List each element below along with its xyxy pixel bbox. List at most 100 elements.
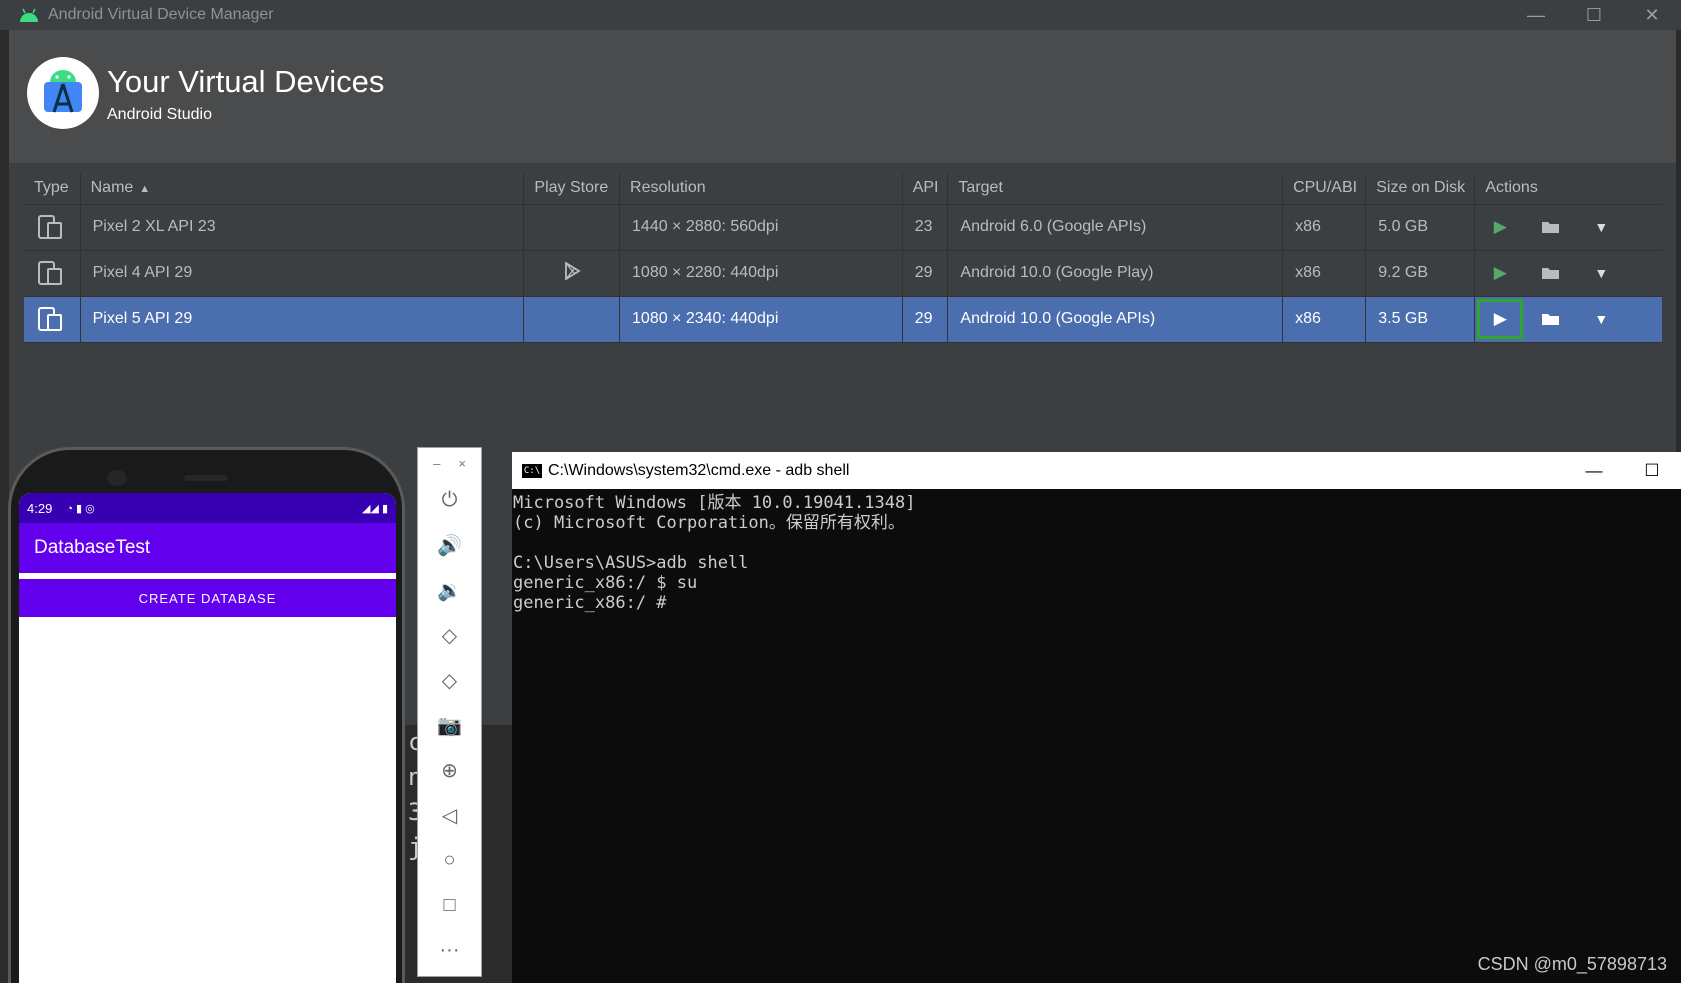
- show-on-disk-button[interactable]: [1528, 299, 1574, 339]
- phone-tablet-icon: [38, 307, 62, 331]
- cmd-output[interactable]: Microsoft Windows [版本 10.0.19041.1348] (c…: [512, 489, 1681, 613]
- cmd-line: [513, 533, 1681, 553]
- api-cell: 29: [902, 296, 949, 343]
- play-store-cell: [523, 296, 621, 343]
- android-studio-icon: [44, 70, 82, 113]
- column-header-name[interactable]: Name ▲: [80, 173, 525, 205]
- screenshot-button[interactable]: 📷: [418, 703, 481, 748]
- close-icon[interactable]: ✕: [1623, 0, 1681, 30]
- avd-body: Type Name ▲ Play Store Resolution API Tar…: [9, 163, 1676, 453]
- size-cell: 3.5 GB: [1365, 296, 1476, 343]
- column-header-target[interactable]: Target: [947, 173, 1284, 205]
- rotate-left-button[interactable]: ◇: [418, 613, 481, 658]
- play-icon: ▶: [1493, 263, 1507, 282]
- phone-tablet-icon: [38, 261, 62, 285]
- minimize-icon[interactable]: —: [1507, 0, 1565, 30]
- cmd-minimize-icon[interactable]: —: [1565, 452, 1623, 489]
- cpu-cell: x86: [1282, 204, 1367, 251]
- resolution-cell: 1080 × 2280: 440dpi: [619, 250, 903, 297]
- column-header-name-label: Name: [90, 179, 134, 197]
- column-header-cpu[interactable]: CPU/ABI: [1282, 173, 1367, 205]
- device-name: Pixel 5 API 29: [80, 296, 525, 343]
- device-table: Type Name ▲ Play Store Resolution API Tar…: [24, 173, 1662, 343]
- app-title: DatabaseTest: [34, 537, 151, 558]
- column-header-resolution[interactable]: Resolution: [619, 173, 903, 205]
- emulator-close-icon[interactable]: ×: [458, 456, 466, 471]
- power-icon: ⏻: [441, 489, 458, 511]
- target-cell: Android 10.0 (Google APIs): [947, 296, 1284, 343]
- column-header-play-store[interactable]: Play Store: [523, 173, 621, 205]
- back-button[interactable]: ◁: [418, 793, 481, 838]
- table-row[interactable]: Pixel 2 XL API 23 1440 × 2880: 560dpi 23…: [24, 204, 1662, 251]
- actions-cell: ▶ ▼: [1474, 250, 1662, 297]
- show-on-disk-button[interactable]: [1528, 207, 1574, 247]
- rotate-left-icon: ◇: [441, 625, 458, 647]
- column-header-size[interactable]: Size on Disk: [1365, 173, 1476, 205]
- app-bar: DatabaseTest: [19, 523, 396, 573]
- folder-icon: [1541, 222, 1559, 233]
- volume-down-button[interactable]: 🔉: [418, 568, 481, 613]
- page-title: Your Virtual Devices: [107, 64, 385, 99]
- rotate-right-icon: ◇: [441, 670, 458, 692]
- earpiece-speaker: [184, 475, 228, 481]
- show-on-disk-button[interactable]: [1528, 253, 1574, 293]
- actions-cell: ▶ ▼: [1474, 296, 1662, 343]
- cpu-cell: x86: [1282, 296, 1367, 343]
- create-database-button[interactable]: CREATE DATABASE: [19, 579, 396, 617]
- android-studio-logo: [27, 57, 99, 129]
- more-actions-button[interactable]: ▼: [1578, 207, 1624, 247]
- launch-button[interactable]: ▶: [1477, 253, 1523, 293]
- status-time: 4:29: [27, 500, 53, 516]
- home-button[interactable]: ○: [418, 838, 481, 883]
- size-cell: 5.0 GB: [1365, 204, 1476, 251]
- emulator-screen[interactable]: 4:29 ◔ ▮ ◎ ◢◢ ▮ DatabaseTest CREATE DATA…: [19, 493, 396, 983]
- table-row-selected[interactable]: Pixel 5 API 29 1080 × 2340: 440dpi 29 An…: [24, 296, 1662, 343]
- cmd-title: C:\Windows\system32\cmd.exe - adb shell: [548, 461, 850, 479]
- size-cell: 9.2 GB: [1365, 250, 1476, 297]
- volume-up-button[interactable]: 🔊: [418, 523, 481, 568]
- column-header-actions: Actions: [1474, 173, 1662, 205]
- launch-button[interactable]: ▶: [1477, 207, 1523, 247]
- watermark: CSDN @m0_57898713: [1477, 954, 1667, 974]
- power-button[interactable]: ⏻: [418, 478, 481, 523]
- volume-up-icon: 🔊: [437, 535, 462, 557]
- sort-ascending-icon: ▲: [139, 183, 151, 196]
- cmd-line: generic_x86:/ #: [513, 593, 667, 613]
- target-cell: Android 6.0 (Google APIs): [947, 204, 1284, 251]
- cmd-line: Microsoft Windows [版本 10.0.19041.1348]: [513, 493, 916, 513]
- more-actions-button[interactable]: ▼: [1578, 253, 1624, 293]
- more-button[interactable]: ···: [418, 928, 481, 973]
- emulator-minimize-icon[interactable]: –: [433, 456, 440, 471]
- front-camera: [107, 470, 127, 486]
- column-header-type[interactable]: Type: [24, 173, 81, 205]
- play-store-cell: [523, 250, 621, 297]
- overview-button[interactable]: □: [418, 883, 481, 928]
- column-header-api[interactable]: API: [902, 173, 949, 205]
- cmd-titlebar: C:\ C:\Windows\system32\cmd.exe - adb sh…: [512, 452, 1681, 489]
- zoom-button[interactable]: ⊕: [418, 748, 481, 793]
- maximize-icon[interactable]: ☐: [1565, 0, 1623, 30]
- overview-icon: □: [443, 894, 456, 916]
- play-icon: ▶: [1493, 217, 1507, 236]
- cpu-cell: x86: [1282, 250, 1367, 297]
- status-bar: 4:29 ◔ ▮ ◎ ◢◢ ▮: [19, 493, 396, 523]
- chevron-down-icon: ▼: [1594, 219, 1609, 235]
- cmd-window[interactable]: C:\ C:\Windows\system32\cmd.exe - adb sh…: [512, 452, 1681, 983]
- more-icon: ···: [439, 939, 460, 961]
- folder-icon: [1541, 268, 1559, 279]
- desktop: Android Virtual Device Manager — ☐ ✕ You…: [0, 0, 1681, 983]
- more-actions-button[interactable]: ▼: [1578, 299, 1624, 339]
- device-name: Pixel 2 XL API 23: [80, 204, 525, 251]
- api-cell: 29: [902, 250, 949, 297]
- window-title: Android Virtual Device Manager: [48, 6, 274, 23]
- cmd-maximize-icon[interactable]: ☐: [1623, 452, 1681, 489]
- target-cell: Android 10.0 (Google Play): [947, 250, 1284, 297]
- rotate-right-button[interactable]: ◇: [418, 658, 481, 703]
- cmd-icon: C:\: [522, 463, 542, 478]
- play-store-icon: [564, 260, 581, 281]
- type-cell: [24, 296, 81, 343]
- zoom-icon: ⊕: [441, 760, 458, 782]
- table-row[interactable]: Pixel 4 API 29 1080 × 2280: 440dpi 29 An…: [24, 250, 1662, 297]
- emulator-toolbar: – × ⏻ 🔊 🔉 ◇ ◇ 📷 ⊕ ◁ ○ □ ···: [417, 447, 482, 977]
- launch-button-highlighted[interactable]: ▶: [1477, 299, 1524, 339]
